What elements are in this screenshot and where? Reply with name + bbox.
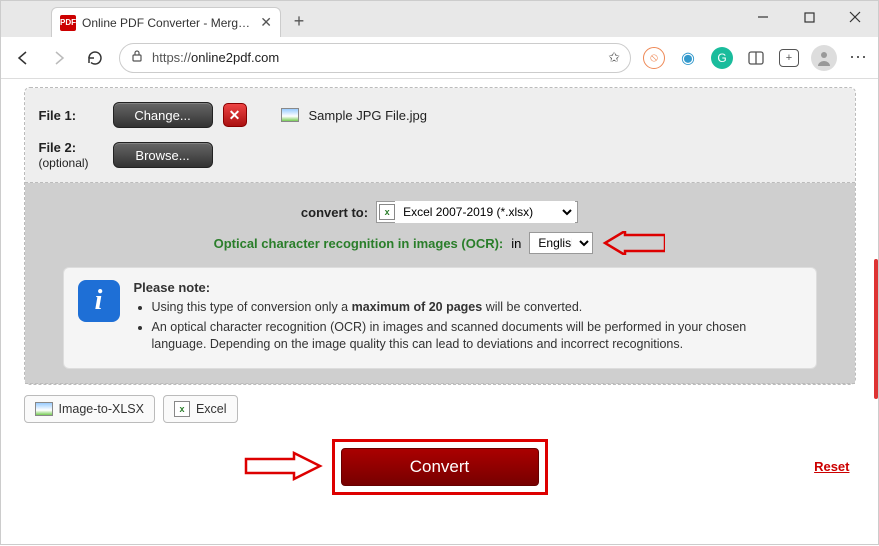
- info-icon: i: [78, 280, 120, 322]
- extension-icon-1[interactable]: ⦸: [643, 47, 665, 69]
- note-item-1: Using this type of conversion only a max…: [152, 299, 802, 317]
- lock-icon: [130, 49, 144, 66]
- convert-highlight: Convert: [332, 439, 548, 495]
- menu-button[interactable]: ⋯: [849, 47, 868, 68]
- tab-title: Online PDF Converter - Merge, c: [82, 16, 254, 30]
- reload-button[interactable]: [83, 46, 107, 70]
- file1-label: File 1:: [39, 108, 103, 123]
- file-thumbnail-icon: [281, 108, 299, 122]
- tab-close-icon[interactable]: ✕: [260, 14, 272, 31]
- excel-icon: x: [174, 401, 190, 417]
- back-icon: [14, 49, 32, 67]
- extension-icon-2[interactable]: ◉: [677, 47, 699, 69]
- change-button[interactable]: Change...: [113, 102, 213, 128]
- avatar-icon: [815, 49, 833, 67]
- extension-icon-3[interactable]: G: [711, 47, 733, 69]
- back-button[interactable]: [11, 46, 35, 70]
- new-tab-button[interactable]: +: [285, 7, 313, 35]
- browse-button[interactable]: Browse...: [113, 142, 213, 168]
- chip-image-to-xlsx[interactable]: Image-to-XLSX: [24, 395, 155, 423]
- convert-to-row: convert to: x Excel 2007-2019 (*.xlsx): [39, 201, 841, 223]
- convert-row: Convert Reset: [24, 437, 856, 497]
- profile-avatar[interactable]: [811, 45, 837, 71]
- reset-link[interactable]: Reset: [814, 459, 849, 474]
- reload-icon: [86, 49, 104, 67]
- browser-tab[interactable]: PDF Online PDF Converter - Merge, c ✕: [51, 7, 281, 37]
- convert-to-label: convert to:: [301, 205, 368, 220]
- files-panel: File 1: Change... ✕ Sample JPG File.jpg …: [25, 88, 855, 183]
- below-panel: Image-to-XLSX x Excel Convert Reset: [24, 395, 856, 497]
- file2-label: File 2:(optional): [39, 140, 103, 170]
- scrollbar-thumb[interactable]: [874, 259, 878, 399]
- convert-button[interactable]: Convert: [341, 448, 539, 486]
- minimize-icon: [757, 11, 769, 23]
- note-box: i Please note: Using this type of conver…: [63, 267, 817, 369]
- file1-name: Sample JPG File.jpg: [309, 108, 428, 123]
- xlsx-icon: x: [379, 204, 395, 220]
- note-item-2: An optical character recognition (OCR) i…: [152, 319, 802, 354]
- ocr-label: Optical character recognition in images …: [214, 236, 504, 251]
- ocr-in-text: in: [511, 236, 521, 251]
- url-text: https://online2pdf.com: [152, 50, 600, 65]
- chip-excel[interactable]: x Excel: [163, 395, 238, 423]
- language-select[interactable]: English: [529, 232, 593, 254]
- file-row-2: File 2:(optional) Browse...: [39, 140, 841, 170]
- annotation-arrow-ocr: [601, 231, 665, 255]
- options-panel: convert to: x Excel 2007-2019 (*.xlsx) O…: [25, 183, 855, 384]
- file-row-1: File 1: Change... ✕ Sample JPG File.jpg: [39, 102, 841, 128]
- forward-icon: [50, 49, 68, 67]
- close-window-button[interactable]: [832, 1, 878, 33]
- annotation-arrow-convert: [244, 451, 324, 481]
- page-content: File 1: Change... ✕ Sample JPG File.jpg …: [1, 79, 878, 546]
- image-icon: [35, 402, 53, 416]
- tab-favicon: PDF: [60, 15, 76, 31]
- close-icon: [849, 11, 861, 23]
- collections-icon[interactable]: +: [779, 49, 799, 67]
- upload-panel: File 1: Change... ✕ Sample JPG File.jpg …: [24, 87, 856, 385]
- chips-row: Image-to-XLSX x Excel: [24, 395, 856, 423]
- note-heading: Please note:: [134, 280, 802, 295]
- remove-file-button[interactable]: ✕: [223, 103, 247, 127]
- window-controls: [740, 1, 878, 33]
- extension-icon-4[interactable]: [745, 47, 767, 69]
- titlebar: PDF Online PDF Converter - Merge, c ✕ +: [1, 1, 878, 37]
- address-bar[interactable]: https://online2pdf.com ✩: [119, 43, 631, 73]
- ocr-row: Optical character recognition in images …: [39, 231, 841, 255]
- maximize-icon: [804, 12, 815, 23]
- format-select[interactable]: Excel 2007-2019 (*.xlsx): [395, 201, 575, 223]
- minimize-button[interactable]: [740, 1, 786, 33]
- favorite-icon[interactable]: ✩: [608, 49, 620, 66]
- browser-toolbar: https://online2pdf.com ✩ ⦸ ◉ G + ⋯: [1, 37, 878, 79]
- maximize-button[interactable]: [786, 1, 832, 33]
- note-content: Please note: Using this type of conversi…: [134, 280, 802, 356]
- forward-button: [47, 46, 71, 70]
